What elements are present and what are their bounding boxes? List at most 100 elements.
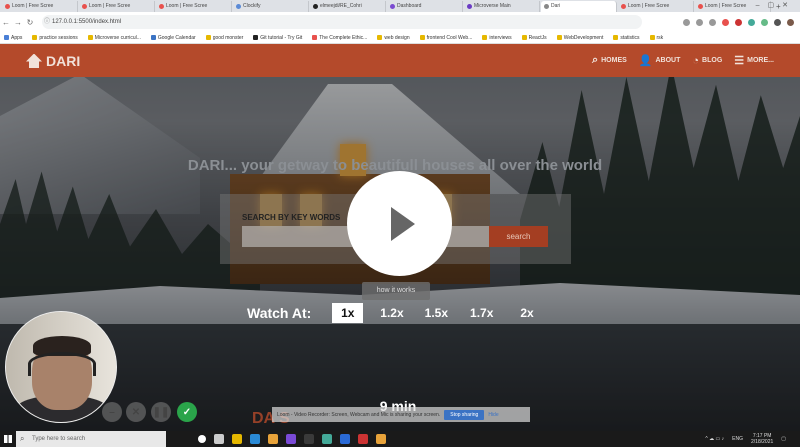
notification-icon[interactable]: ▢ bbox=[781, 436, 786, 442]
chrome-icon[interactable] bbox=[322, 434, 332, 444]
nav-link-homes[interactable]: ⌕ HOMES bbox=[592, 54, 627, 67]
bookmark-item[interactable]: Git tutorial - Try Git bbox=[253, 34, 302, 41]
browser-tab[interactable]: Loom | Free Scree bbox=[2, 1, 78, 12]
browser-tab[interactable]: Loom | Free Scree bbox=[156, 1, 232, 12]
browser-tab[interactable]: Microverse Main bbox=[464, 1, 540, 12]
app-icon[interactable] bbox=[358, 434, 368, 444]
speed-option-1-2x[interactable]: 1.2x bbox=[380, 303, 403, 323]
rss-icon: ◔ bbox=[692, 54, 700, 67]
menu-icon: ☰ bbox=[734, 55, 745, 67]
bookmark-item[interactable]: rsk bbox=[649, 34, 663, 41]
bookmark-item[interactable]: good monster bbox=[205, 34, 243, 41]
logo-text: DARI bbox=[46, 52, 81, 69]
stop-sharing-button[interactable]: Stop sharing bbox=[444, 409, 485, 420]
tray-icons[interactable]: ^ ☁ ▭ ♪ bbox=[705, 436, 724, 442]
zoom-icon[interactable] bbox=[683, 18, 690, 26]
tab-title: Microverse Main bbox=[474, 3, 511, 9]
tooltip: how it works bbox=[362, 282, 430, 300]
pause-recording-button[interactable]: ❚❚ bbox=[151, 402, 171, 422]
nav-link-blog[interactable]: ◔ BLOG bbox=[692, 55, 722, 67]
finish-recording-button[interactable]: ✓ bbox=[177, 402, 197, 422]
speed-option-2x[interactable]: 2x bbox=[520, 303, 533, 323]
extension-icon[interactable] bbox=[774, 18, 781, 26]
loom-extension-icon[interactable] bbox=[722, 18, 729, 26]
forward-icon[interactable]: → bbox=[12, 18, 24, 27]
clock[interactable]: 7:17 PM 2/18/2021 bbox=[751, 433, 773, 445]
search-button[interactable]: search bbox=[489, 226, 548, 247]
bookmark-item[interactable]: Google Calendar bbox=[150, 34, 196, 41]
nav-link-label: ABOUT bbox=[655, 57, 681, 64]
browser-address-bar: ← → ↻ 127.0.0.1:5500/index.html bbox=[0, 12, 800, 32]
tab-title: elmeejdi/RE_Cohri bbox=[320, 3, 362, 9]
nav-link-label: MORE... bbox=[747, 57, 774, 64]
nav-links: ⌕ HOMES 👤 ABOUT ◔ BLOG ☰ MORE... bbox=[592, 54, 774, 67]
extension-icon[interactable] bbox=[735, 18, 742, 26]
app-icon[interactable] bbox=[286, 434, 296, 444]
extension-icon[interactable] bbox=[748, 18, 755, 26]
cortana-icon[interactable] bbox=[198, 435, 206, 443]
cancel-recording-button[interactable]: ✕ bbox=[126, 402, 146, 422]
bookmark-item[interactable]: Microverse curricul... bbox=[87, 34, 141, 41]
star-icon[interactable] bbox=[709, 18, 716, 26]
tab-title: Loom | Free Scree bbox=[166, 3, 208, 9]
speed-option-1-5x[interactable]: 1.5x bbox=[425, 303, 448, 323]
headset-icon bbox=[28, 352, 96, 376]
play-button[interactable] bbox=[347, 171, 452, 276]
browser-tab[interactable]: Dashboard bbox=[387, 1, 463, 12]
url-input[interactable]: 127.0.0.1:5500/index.html bbox=[42, 15, 642, 29]
reload-icon[interactable]: ↻ bbox=[24, 18, 36, 27]
window-controls[interactable]: –▢✕ bbox=[756, 0, 796, 11]
browser-tab[interactable]: elmeejdi/RE_Cohri bbox=[310, 1, 386, 12]
browser-tab[interactable]: Clockify bbox=[233, 1, 309, 12]
start-button[interactable] bbox=[0, 431, 16, 447]
play-icon bbox=[390, 206, 415, 241]
app-icon[interactable] bbox=[304, 434, 314, 444]
hide-button[interactable]: Hide bbox=[488, 412, 498, 418]
bookmark-item[interactable]: The Complete Ethic... bbox=[312, 34, 367, 41]
minimize-control-button[interactable]: – bbox=[102, 402, 122, 422]
bookmark-item[interactable]: practice sessions bbox=[32, 34, 78, 41]
file-explorer-icon[interactable] bbox=[232, 434, 242, 444]
windows-taskbar: Type here to search ^ ☁ ▭ ♪ ENG 7:17 PM … bbox=[0, 431, 800, 447]
tab-title: Dari bbox=[551, 3, 561, 9]
tab-title: Loom | Free Scree bbox=[628, 3, 670, 9]
vscode-icon[interactable] bbox=[340, 434, 350, 444]
share-icon[interactable] bbox=[696, 18, 703, 26]
site-navbar: DARI ⌕ HOMES 👤 ABOUT ◔ BLOG ☰ MORE... bbox=[0, 44, 800, 77]
nav-link-about[interactable]: 👤 ABOUT bbox=[639, 54, 681, 67]
tab-title: Dashboard bbox=[397, 3, 422, 9]
webcam-bubble[interactable] bbox=[5, 311, 117, 423]
bookmark-item[interactable]: frontend Cool Web... bbox=[419, 34, 472, 41]
watch-at-label: Watch At: bbox=[247, 305, 312, 321]
edge-icon[interactable] bbox=[250, 434, 260, 444]
bookmark-item[interactable]: statistics bbox=[613, 34, 640, 41]
app-icon[interactable] bbox=[376, 434, 386, 444]
bookmark-item[interactable]: Apps bbox=[4, 34, 22, 41]
language-indicator[interactable]: ENG bbox=[732, 436, 743, 442]
chrome-icon[interactable] bbox=[268, 434, 278, 444]
site-logo[interactable]: DARI bbox=[26, 53, 80, 69]
search-label: SEARCH BY KEY WORDS bbox=[242, 213, 341, 222]
speed-option-1x[interactable]: 1x bbox=[332, 303, 364, 323]
tab-title: Clockify bbox=[243, 3, 261, 9]
user-icon: 👤 bbox=[638, 55, 653, 67]
speed-option-1-7x[interactable]: 1.7x bbox=[470, 303, 493, 323]
task-view-icon[interactable] bbox=[214, 434, 224, 444]
tab-title: Loom | Free Scree bbox=[705, 3, 747, 9]
browser-tab[interactable]: Dari bbox=[541, 1, 617, 12]
browser-tab[interactable]: Loom | Free Scree bbox=[618, 1, 694, 12]
bookmark-item[interactable]: WebDevelopment bbox=[556, 34, 603, 41]
back-icon[interactable]: ← bbox=[0, 18, 12, 27]
bookmark-item[interactable]: ReactJs bbox=[521, 34, 547, 41]
system-tray: ^ ☁ ▭ ♪ ENG 7:17 PM 2/18/2021 ▢ bbox=[705, 433, 800, 445]
taskbar-search-input[interactable]: Type here to search bbox=[16, 431, 166, 447]
bookmark-item[interactable]: interviews bbox=[482, 34, 512, 41]
profile-avatar[interactable] bbox=[787, 18, 794, 26]
nav-link-label: BLOG bbox=[702, 57, 723, 64]
browser-tab-bar: Loom | Free Scree Loom | Free Scree Loom |… bbox=[0, 0, 800, 12]
search-icon: ⌕ bbox=[591, 54, 599, 66]
bookmark-item[interactable]: web design bbox=[377, 34, 410, 41]
browser-tab[interactable]: Loom | Free Scree bbox=[79, 1, 155, 12]
nav-link-more[interactable]: ☰ MORE... bbox=[734, 54, 774, 67]
extension-icon[interactable] bbox=[761, 18, 768, 26]
